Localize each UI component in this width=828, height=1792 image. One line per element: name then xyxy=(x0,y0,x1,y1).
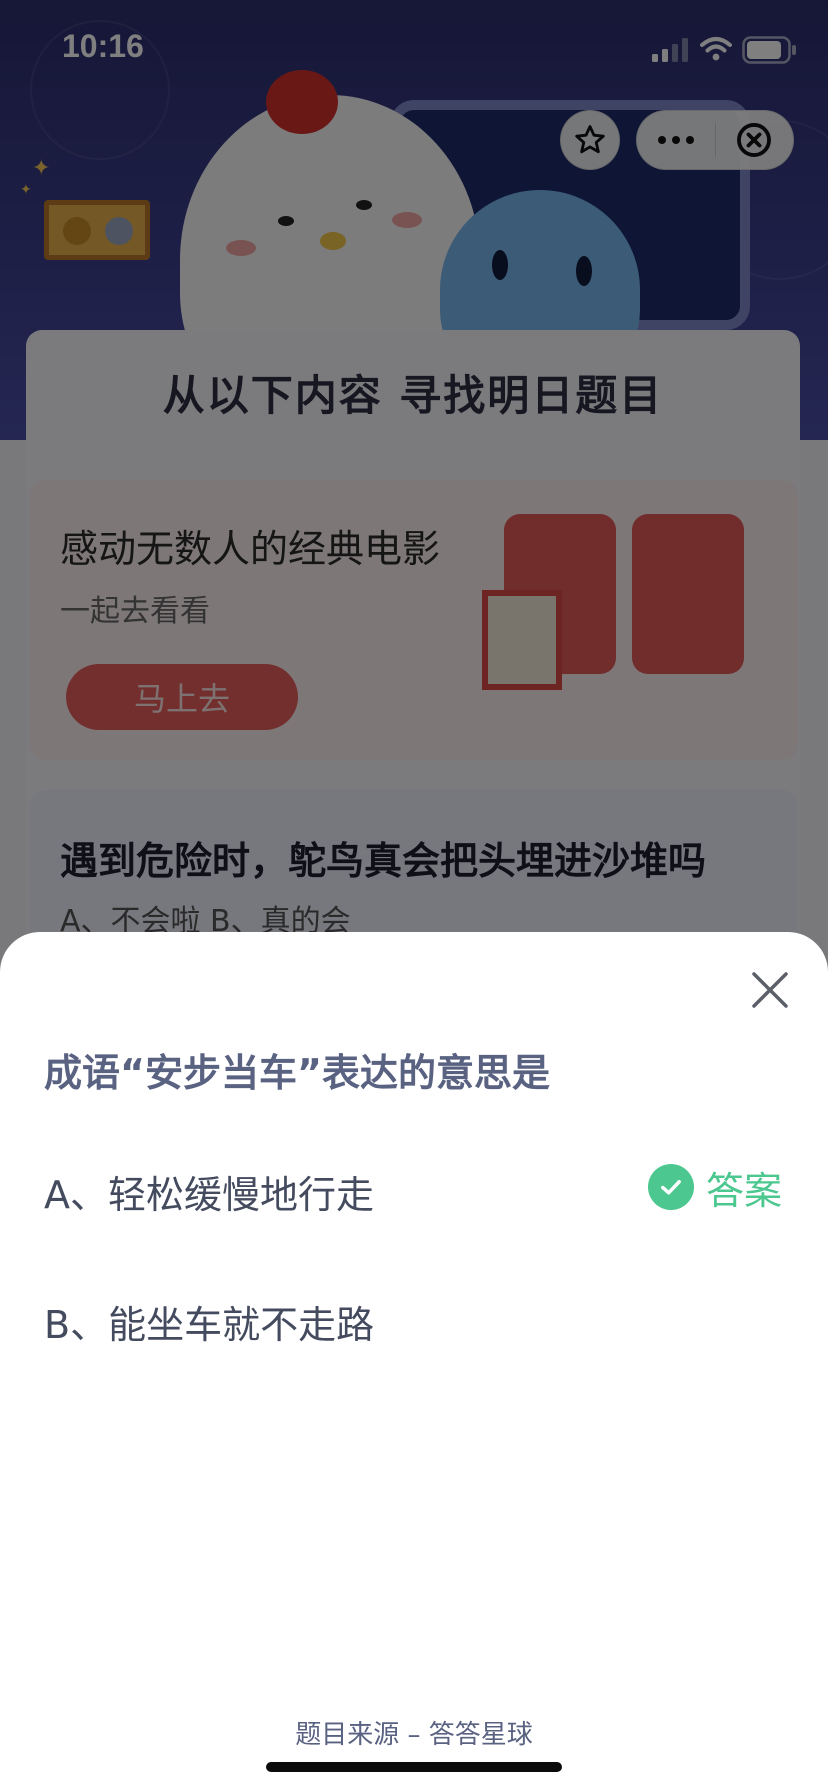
home-indicator[interactable] xyxy=(266,1762,562,1772)
answer-label: 答案 xyxy=(706,1168,783,1213)
option-a[interactable]: A、轻松缓慢地行走 xyxy=(44,1164,374,1219)
close-sheet-button[interactable] xyxy=(748,968,792,1012)
close-icon xyxy=(752,972,788,1008)
question-source: 题目来源 – 答答星球 xyxy=(295,1720,533,1750)
option-b[interactable]: B、能坐车就不走路 xyxy=(44,1294,374,1349)
check-icon xyxy=(648,1164,694,1210)
screen: ✦ ✦ 从以下内容 寻找明日题目 感动无数人的经典电影 一起去看看 马上去 遇到… xyxy=(0,0,828,1792)
answer-badge: 答案 xyxy=(648,1164,782,1213)
question-title: 成语“安步当车”表达的意思是 xyxy=(44,1051,550,1095)
